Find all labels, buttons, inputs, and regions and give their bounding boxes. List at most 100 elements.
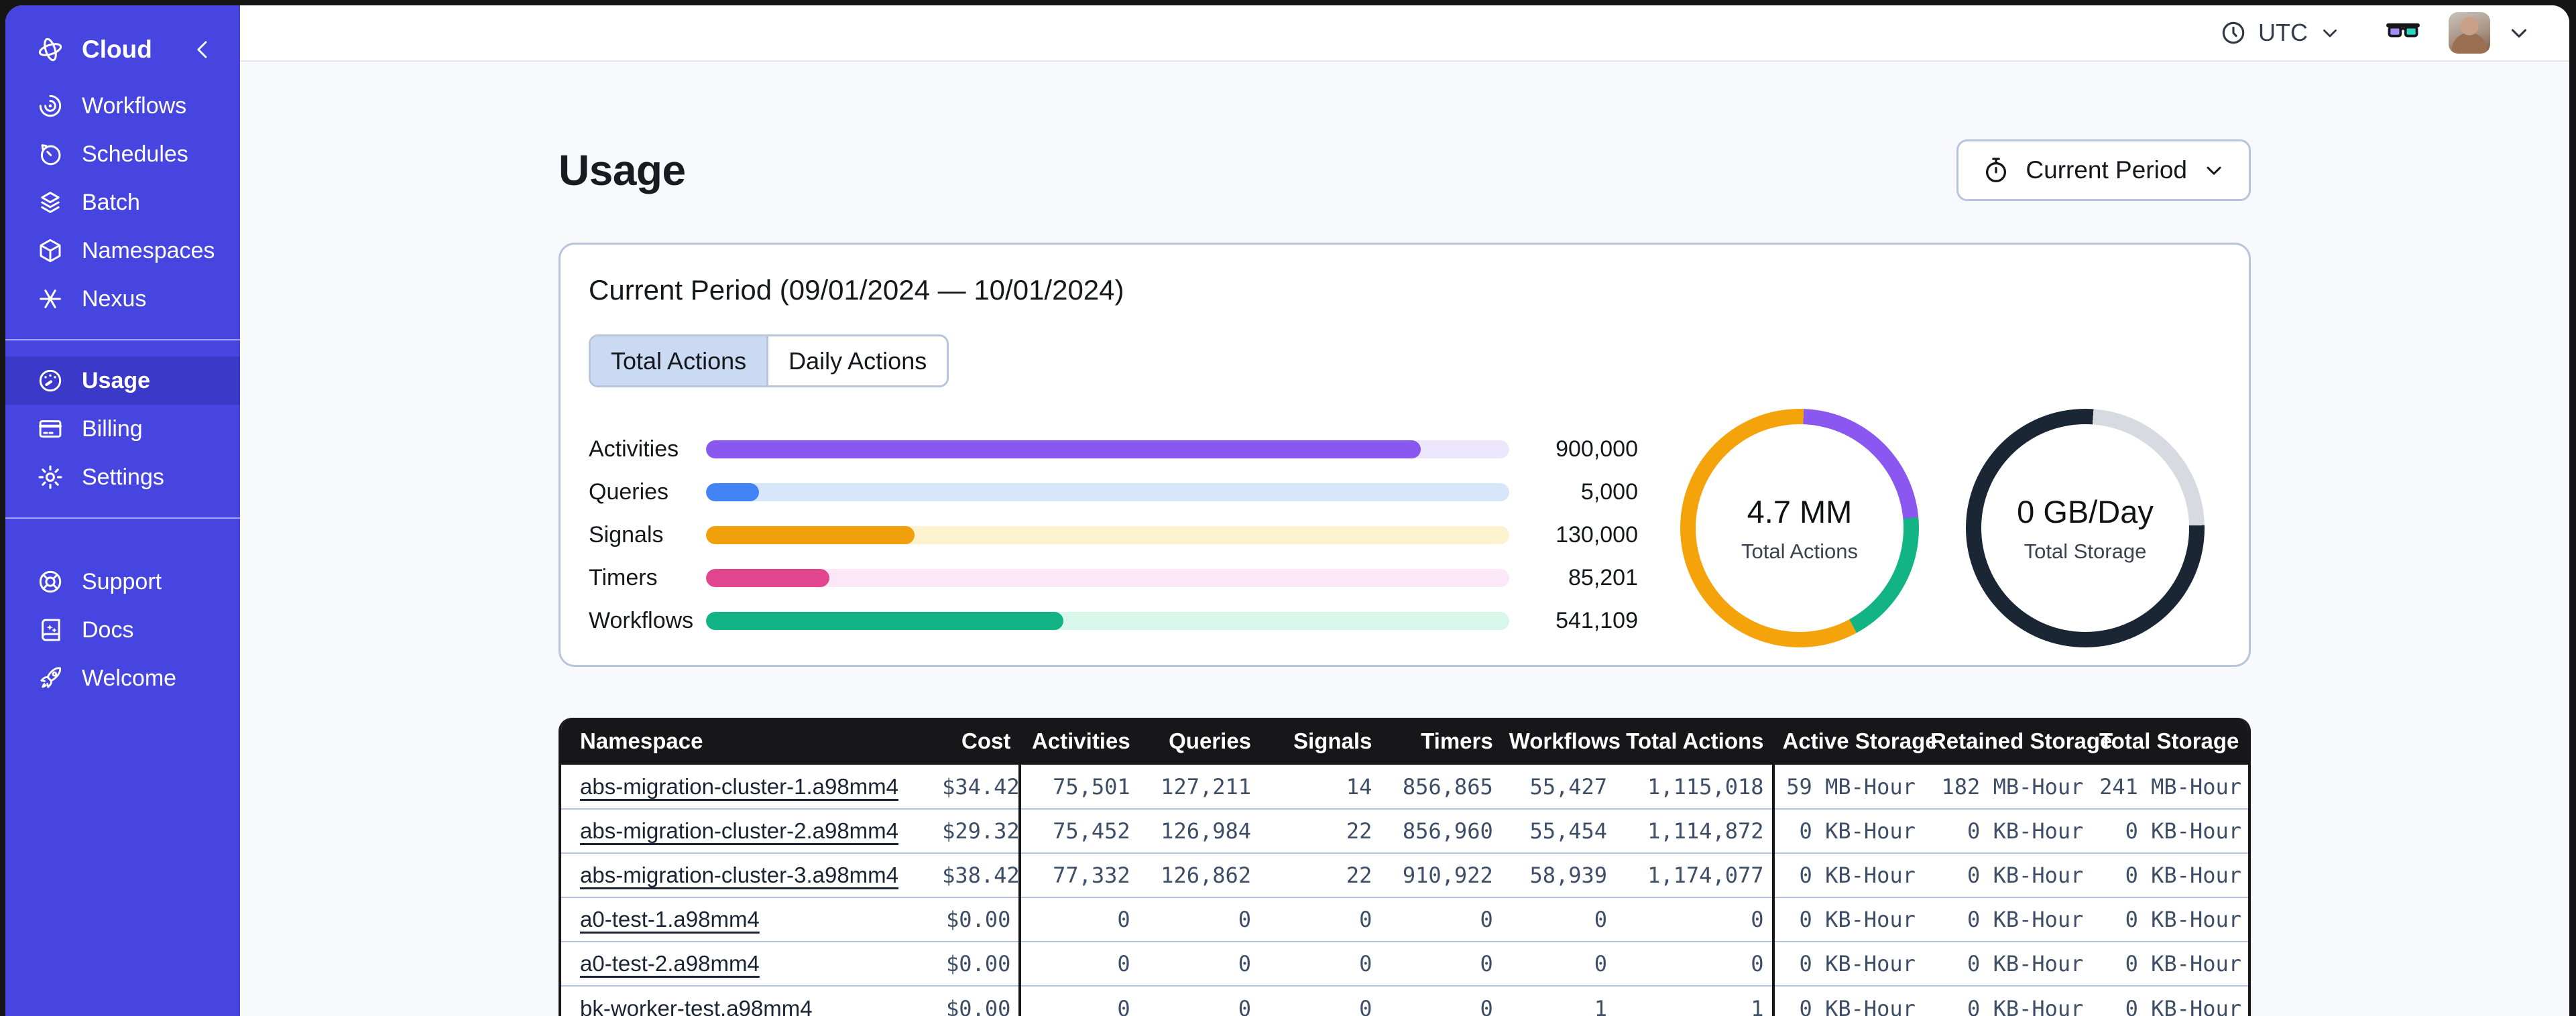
billing-icon [36, 415, 64, 443]
signals-cell: 0 [1259, 941, 1381, 986]
topbar: UTC [240, 5, 2569, 62]
chart-row-signals: Signals 130,000 [589, 513, 1638, 556]
sidebar-divider [5, 339, 240, 340]
sidebar-item-label: Docs [82, 617, 134, 643]
support-icon [36, 568, 64, 596]
donut-label: Total Actions [1741, 539, 1859, 563]
column-header-active-storage: Active Storage [1773, 718, 1938, 765]
total-actions-cell: 0 [1615, 941, 1775, 986]
queries-cell: 0 [1138, 985, 1260, 1016]
sidebar-nav-account: Usage Billing Settings [5, 350, 240, 508]
timers-cell: 0 [1380, 985, 1501, 1016]
usage-icon [36, 367, 64, 395]
bar-fill [706, 611, 1064, 630]
sidebar-brand[interactable]: Cloud [5, 24, 240, 75]
workflows-cell: 0 [1501, 941, 1616, 986]
timers-cell: 0 [1380, 897, 1501, 942]
activities-cell: 0 [1020, 941, 1138, 986]
sidebar-nav-footer: Support Docs Welcome [5, 551, 240, 709]
signals-cell: 0 [1259, 897, 1381, 942]
sidebar-item-workflows[interactable]: Workflows [5, 82, 240, 130]
active-storage-cell: 0 KB-Hour [1773, 897, 1922, 942]
total-storage-cell: 0 KB-Hour [2090, 852, 2248, 897]
current-period-card: Current Period (09/01/2024 — 10/01/2024)… [559, 243, 2251, 667]
glasses-button[interactable] [2384, 14, 2422, 52]
sidebar-item-support[interactable]: Support [5, 558, 240, 606]
active-storage-cell: 0 KB-Hour [1773, 852, 1922, 897]
chart-row-workflows: Workflows 541,109 [589, 599, 1638, 642]
period-selector-button[interactable]: Current Period [1956, 139, 2251, 201]
sidebar-item-namespaces[interactable]: Namespaces [5, 227, 240, 275]
chart-row-timers: Timers 85,201 [589, 556, 1638, 599]
total-storage-donut: 0 GB/Day Total Storage [1966, 409, 2205, 647]
sidebar-item-nexus[interactable]: Nexus [5, 275, 240, 323]
namespace-link[interactable]: abs-migration-cluster-2.a98mm4 [580, 818, 898, 843]
schedules-icon [36, 140, 64, 168]
bar-fill [706, 440, 1421, 458]
chevron-down-icon [2511, 29, 2527, 38]
queries-cell: 0 [1138, 897, 1260, 942]
workflows-cell: 0 [1501, 897, 1616, 942]
bar-value: 85,201 [1568, 564, 1638, 590]
activities-cell: 0 [1020, 985, 1138, 1016]
retained-storage-cell: 0 KB-Hour [1922, 808, 2091, 853]
period-selector-label: Current Period [2026, 156, 2187, 184]
bar-track [706, 483, 1509, 501]
queries-cell: 126,984 [1138, 808, 1260, 853]
tab-total-actions[interactable]: Total Actions [591, 336, 767, 385]
clock-icon [2219, 19, 2247, 47]
settings-icon [36, 463, 64, 491]
table-row: abs-migration-cluster-2.a98mm4 $29.32 75… [561, 808, 2248, 853]
main-area: UTC Usage Current Period Current Period … [240, 5, 2569, 1016]
sidebar-collapse-button[interactable] [190, 37, 216, 62]
collapse-chevron-icon [197, 41, 207, 58]
chevron-down-icon [2202, 158, 2226, 182]
queries-cell: 0 [1138, 941, 1260, 986]
sidebar-item-docs[interactable]: Docs [5, 606, 240, 654]
sidebar-item-usage[interactable]: Usage [5, 357, 240, 405]
timezone-selector[interactable]: UTC [2219, 19, 2341, 47]
queries-cell: 126,862 [1138, 852, 1260, 897]
sidebar-item-label: Welcome [82, 665, 177, 691]
namespace-link[interactable]: abs-migration-cluster-1.a98mm4 [580, 774, 898, 799]
sidebar-item-welcome[interactable]: Welcome [5, 654, 240, 702]
total-storage-cell: 241 MB-Hour [2090, 765, 2248, 809]
tab-daily-actions[interactable]: Daily Actions [766, 336, 947, 385]
total-actions-cell: 1,114,872 [1615, 808, 1775, 853]
table-row: abs-migration-cluster-1.a98mm4 $34.42 75… [561, 765, 2248, 809]
column-header-total-storage: Total Storage [2090, 718, 2248, 765]
sidebar-item-label: Usage [82, 367, 151, 393]
cost-cell: $38.42 [934, 852, 1022, 897]
chevron-down-icon [2319, 21, 2341, 44]
column-header-queries: Queries [1138, 718, 1260, 765]
bar-track [706, 440, 1509, 458]
namespace-link[interactable]: bk-worker-test.a98mm4 [580, 996, 813, 1016]
namespace-link[interactable]: abs-migration-cluster-3.a98mm4 [580, 863, 898, 887]
workflows-cell: 55,454 [1501, 808, 1616, 853]
workflows-cell: 58,939 [1501, 852, 1616, 897]
stopwatch-icon [1981, 155, 2011, 185]
sidebar-item-settings[interactable]: Settings [5, 453, 240, 501]
bar-label: Activities [589, 436, 679, 462]
sidebar-item-label: Support [82, 568, 162, 594]
total-storage-cell: 0 KB-Hour [2090, 808, 2248, 853]
total-actions-cell: 0 [1615, 897, 1775, 942]
avatar[interactable] [2449, 12, 2490, 54]
donut-label: Total Storage [2024, 539, 2147, 563]
namespace-link[interactable]: a0-test-1.a98mm4 [580, 907, 760, 932]
signals-cell: 22 [1259, 808, 1381, 853]
user-menu-chevron[interactable] [2506, 20, 2532, 46]
donut-value: 4.7 MM [1747, 493, 1853, 529]
sidebar-item-label: Nexus [82, 285, 147, 312]
docs-icon [36, 616, 64, 644]
workflows-icon [36, 92, 64, 120]
retained-storage-cell: 0 KB-Hour [1922, 941, 2091, 986]
namespace-link[interactable]: a0-test-2.a98mm4 [580, 951, 760, 976]
welcome-icon [36, 664, 64, 692]
sidebar-item-billing[interactable]: Billing [5, 405, 240, 453]
sidebar-item-label: Schedules [82, 141, 188, 167]
sidebar-item-batch[interactable]: Batch [5, 178, 240, 227]
active-storage-cell: 0 KB-Hour [1773, 808, 1922, 853]
sidebar-nav-main: Workflows Schedules Batch Namespaces Nex… [5, 75, 240, 330]
sidebar-item-schedules[interactable]: Schedules [5, 130, 240, 178]
